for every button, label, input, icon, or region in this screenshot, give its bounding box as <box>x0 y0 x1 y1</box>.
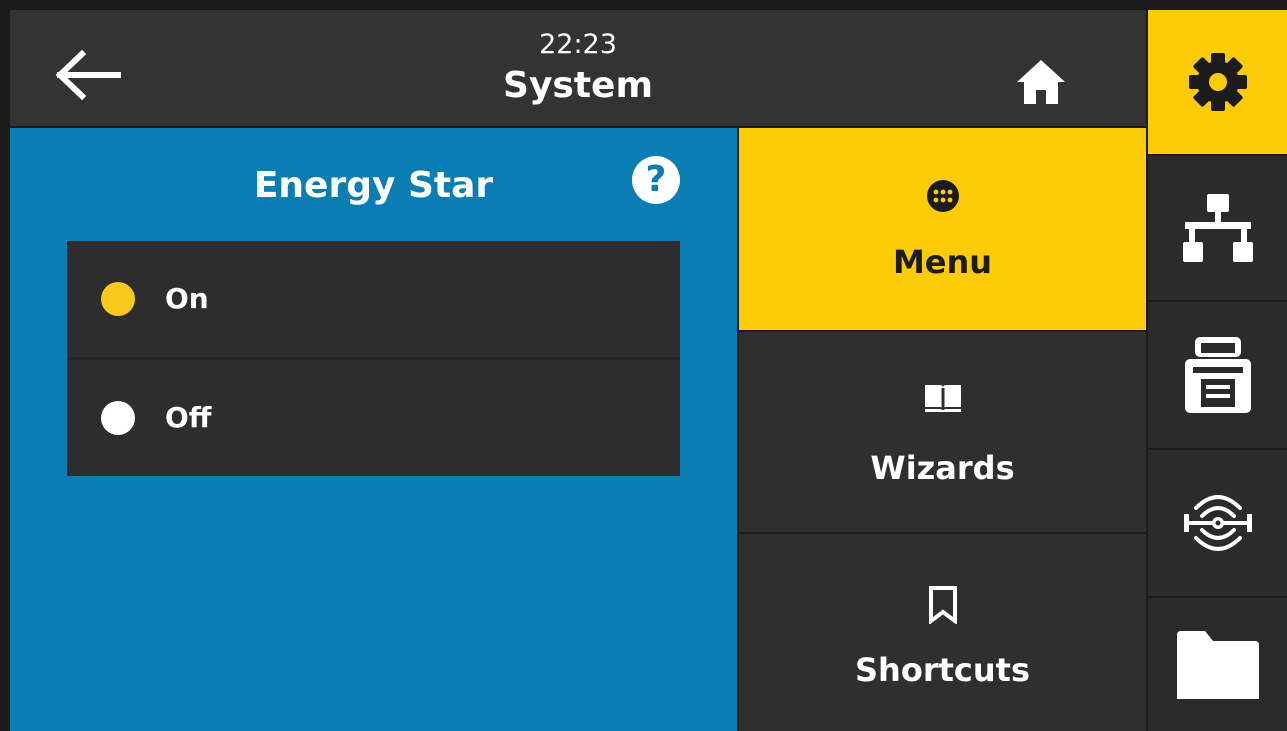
printer-icon <box>1184 337 1251 413</box>
folder-icon <box>1176 630 1259 699</box>
clock-time: 22:23 <box>539 29 617 60</box>
home-button[interactable] <box>1015 58 1067 106</box>
printer-screen: 22:23 System Energy Star ? On Off Menu W… <box>0 0 1287 731</box>
tab-rail <box>1148 10 1287 731</box>
tab-storage[interactable] <box>1148 598 1287 731</box>
book-icon <box>739 382 1146 422</box>
nav-label: Wizards <box>870 449 1015 487</box>
nav-item-menu[interactable]: Menu <box>739 128 1146 330</box>
bookmark-icon <box>739 586 1146 628</box>
radio-unselected-icon <box>101 401 135 435</box>
tab-printer[interactable] <box>1148 302 1287 448</box>
nav-label: Menu <box>892 243 993 281</box>
tab-settings[interactable] <box>1148 10 1287 154</box>
option-list: On Off <box>67 241 680 476</box>
home-icon <box>1017 60 1065 104</box>
help-button[interactable]: ? <box>632 156 680 204</box>
option-on[interactable]: On <box>67 241 680 357</box>
tab-network[interactable] <box>1148 156 1287 300</box>
tab-rfid[interactable] <box>1148 450 1287 596</box>
option-label: Off <box>165 401 212 434</box>
option-label: On <box>165 282 209 315</box>
option-off[interactable]: Off <box>67 357 680 476</box>
main-nav: Menu Wizards Shortcuts <box>739 128 1146 731</box>
header-bar: 22:23 System <box>10 10 1146 126</box>
panel-title: Energy Star <box>253 165 494 206</box>
network-icon <box>1182 194 1253 262</box>
nav-item-wizards[interactable]: Wizards <box>739 332 1146 532</box>
radio-selected-icon <box>101 282 135 316</box>
page-title: System <box>503 65 653 106</box>
grid-dots-icon <box>739 179 1146 217</box>
rfid-icon <box>1183 495 1252 551</box>
nav-item-shortcuts[interactable]: Shortcuts <box>739 534 1146 731</box>
gear-icon <box>1188 53 1247 111</box>
energy-star-panel: Energy Star ? On Off <box>10 128 737 731</box>
nav-label: Shortcuts <box>855 651 1030 689</box>
